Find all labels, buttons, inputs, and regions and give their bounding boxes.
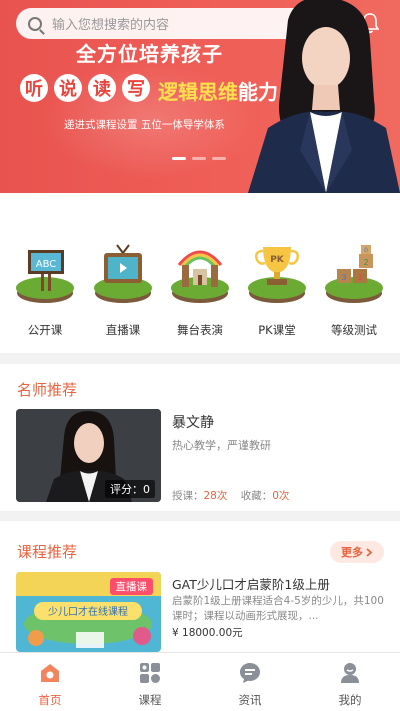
chevron-right-icon: [366, 547, 373, 557]
stage-icon: [171, 250, 229, 303]
tab-home[interactable]: 首页: [0, 653, 100, 711]
svg-text:3: 3: [341, 273, 346, 282]
svg-text:1: 1: [357, 273, 362, 282]
category-label: 直播课: [105, 323, 141, 337]
course-image-text: 少儿口才在线课程: [48, 605, 128, 618]
lessons-label: 授课：: [172, 490, 204, 502]
tab-label: 首页: [38, 693, 62, 707]
abc-board-icon: ABC: [16, 250, 74, 303]
course-name[interactable]: GAT少儿口才启蒙阶1级上册: [172, 574, 330, 593]
tab-profile[interactable]: 我的: [300, 653, 400, 711]
course-description: 启蒙阶1级上册课程适合4-5岁的少儿，共100课时；课程以动画形式展现，...: [172, 595, 384, 622]
skill-char: 说: [54, 74, 82, 102]
svg-text:2: 2: [363, 258, 368, 267]
tab-courses[interactable]: 课程: [100, 653, 200, 711]
banner-teacher-portrait: [248, 0, 400, 193]
carousel-dot[interactable]: [192, 157, 206, 160]
svg-text:ABC: ABC: [36, 259, 57, 270]
category-item-live-class[interactable]: 直播课: [90, 241, 156, 341]
tab-label: 资讯: [238, 693, 262, 707]
skill-char: 听: [20, 74, 48, 102]
search-placeholder: 输入您想搜索的内容: [52, 18, 170, 33]
search-icon: [28, 16, 42, 31]
blocks-icon: 3 1 2 0: [325, 245, 383, 303]
category-grid: ABC 公开课 直播课 舞台表演 PK PK课堂 3 1 2 0 等级测试: [0, 193, 400, 353]
course-price: ¥ 18000.00元: [172, 627, 243, 639]
carousel-dot[interactable]: [212, 157, 226, 160]
banner-skills: 听 说 读 写: [20, 74, 150, 102]
more-label: 更多: [341, 546, 363, 559]
favorites-label: 收藏：: [240, 490, 273, 502]
carousel-indicator: [172, 157, 226, 160]
home-icon: [41, 664, 59, 682]
tv-icon: [94, 244, 152, 303]
category-label: 等级测试: [331, 323, 377, 337]
tab-label: 课程: [138, 693, 162, 707]
section-title-courses: 课程推荐: [17, 543, 78, 561]
news-icon: [240, 663, 260, 683]
category-item-stage[interactable]: 舞台表演: [167, 241, 233, 341]
category-label: 公开课: [27, 323, 63, 337]
user-icon: [341, 663, 359, 683]
carousel-dot[interactable]: [172, 157, 186, 160]
tab-label: 我的: [338, 693, 362, 707]
category-item-pk[interactable]: PK PK课堂: [244, 241, 310, 341]
teacher-photo[interactable]: 评分：0: [16, 409, 161, 502]
more-courses-button[interactable]: 更多: [330, 541, 384, 563]
category-item-level-test[interactable]: 3 1 2 0 等级测试: [321, 241, 387, 341]
category-label: PK课堂: [258, 323, 296, 337]
category-label: 舞台表演: [177, 323, 223, 337]
teacher-name[interactable]: 暴文静: [172, 412, 214, 432]
trophy-icon: PK: [248, 247, 306, 303]
banner-carousel[interactable]: 输入您想搜索的内容 全方位培养孩子 听 说 读 写 逻辑思维能力 递进式课程设置…: [0, 0, 400, 193]
svg-text:0: 0: [364, 247, 368, 254]
course-thumbnail[interactable]: 少儿口才在线课程 直播课: [16, 572, 161, 652]
banner-title: 全方位培养孩子: [76, 42, 223, 66]
banner-subtitle: 递进式课程设置 五位一体导学体系: [64, 119, 225, 131]
svg-text:PK: PK: [270, 255, 285, 265]
teacher-score-badge: 评分：0: [105, 480, 155, 498]
favorites-value: 0次: [272, 490, 290, 502]
category-item-open-class[interactable]: ABC 公开课: [12, 241, 78, 341]
live-tag: 直播课: [109, 578, 153, 595]
teacher-stats: 授课：28次 收藏：0次: [172, 488, 289, 503]
course-grid-icon: [140, 663, 160, 683]
skill-char: 写: [122, 74, 150, 102]
skill-char: 读: [88, 74, 116, 102]
teacher-description: 热心教学，严谨教研: [172, 439, 271, 452]
tab-news[interactable]: 资讯: [200, 653, 300, 711]
lessons-value: 28次: [203, 490, 228, 502]
bottom-tab-bar: 首页 课程 资讯 我的: [0, 652, 400, 711]
section-title-teachers: 名师推荐: [17, 381, 78, 399]
